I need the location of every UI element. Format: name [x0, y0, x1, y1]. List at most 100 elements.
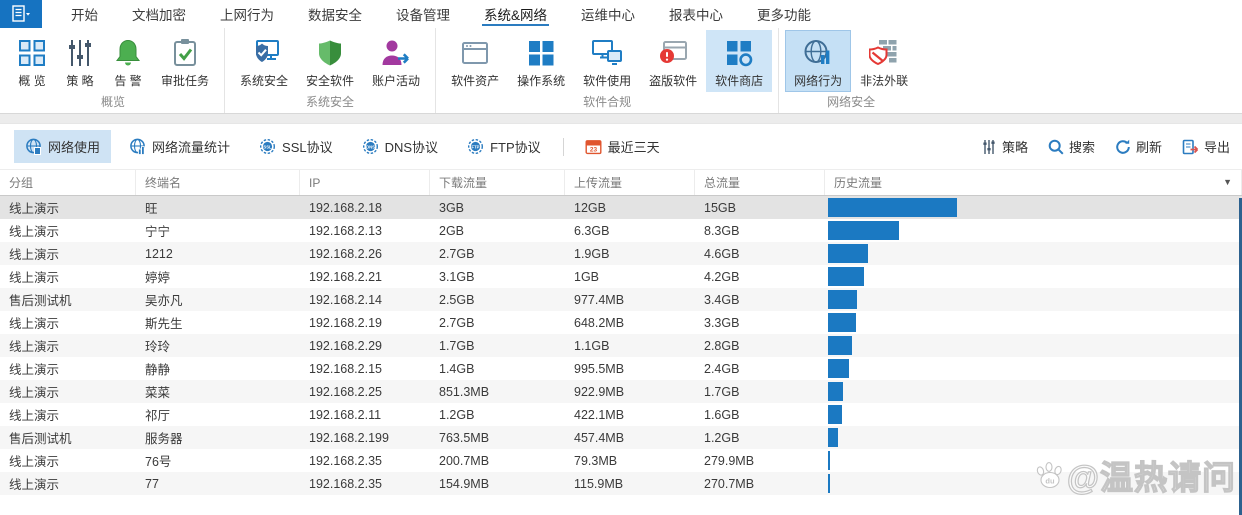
- cell-upload: 922.9MB: [565, 385, 695, 399]
- ribbon-item[interactable]: 审批任务: [152, 30, 218, 92]
- ribbon-group: 概 览策 略告 警审批任务概览: [2, 28, 225, 113]
- history-bar: [828, 313, 856, 332]
- menu-bar: 开始文档加密上网行为数据安全设备管理系统&网络运维中心报表中心更多功能: [0, 0, 1242, 28]
- ribbon-item[interactable]: 系统安全: [231, 30, 297, 92]
- cell-download: 2.7GB: [430, 316, 565, 330]
- column-header[interactable]: 历史流量: [825, 170, 1242, 195]
- history-bar: [828, 451, 830, 470]
- ribbon-item[interactable]: 网络行为: [785, 30, 851, 92]
- ribbon-item-label: 策 略: [66, 72, 93, 89]
- cell-ip: 192.168.2.15: [300, 362, 430, 376]
- export-button-label: 导出: [1204, 137, 1230, 156]
- cell-terminal: 菜菜: [136, 382, 300, 401]
- view-tab[interactable]: 网络流量统计: [118, 130, 241, 163]
- view-tab[interactable]: FTP FTP协议: [456, 130, 552, 163]
- column-header[interactable]: 终端名: [136, 170, 300, 195]
- history-bar: [828, 244, 868, 263]
- cell-history: [825, 380, 1242, 403]
- view-tab[interactable]: SSLSSL协议: [248, 130, 344, 163]
- ribbon-item[interactable]: 概 览: [8, 30, 56, 92]
- ribbon-item[interactable]: 操作系统: [508, 30, 574, 92]
- menu-item[interactable]: 运维中心: [564, 0, 652, 28]
- cell-history: [825, 196, 1242, 219]
- search-button[interactable]: 搜索: [1048, 137, 1095, 156]
- ribbon-item[interactable]: 软件商店: [706, 30, 772, 92]
- ribbon-item-label: 软件资产: [451, 72, 499, 89]
- table-row[interactable]: 线上演示宁宁192.168.2.132GB6.3GB8.3GB: [0, 219, 1242, 242]
- column-header[interactable]: IP: [300, 170, 430, 195]
- ribbon-item[interactable]: 软件资产: [442, 30, 508, 92]
- column-filter-dropdown-icon[interactable]: ▼: [1223, 177, 1232, 187]
- table-header: 分组终端名IP下载流量上传流量总流量历史流量▼: [0, 169, 1242, 196]
- ribbon-item[interactable]: 策 略: [56, 30, 104, 92]
- cell-total: 1.6GB: [695, 408, 825, 422]
- cell-group: 线上演示: [0, 474, 136, 493]
- menu-item[interactable]: 报表中心: [652, 0, 740, 28]
- security-shield-icon: [315, 38, 345, 68]
- svg-text:FTP: FTP: [472, 145, 480, 150]
- menu-item[interactable]: 上网行为: [203, 0, 291, 28]
- table-row[interactable]: 线上演示斯先生192.168.2.192.7GB648.2MB3.3GB: [0, 311, 1242, 334]
- ribbon-item[interactable]: 盗版软件: [640, 30, 706, 92]
- policy-button[interactable]: 策略: [981, 137, 1028, 156]
- table-row[interactable]: 线上演示1212192.168.2.262.7GB1.9GB4.6GB: [0, 242, 1242, 265]
- date-filter-button[interactable]: 23最近三天: [574, 130, 671, 163]
- table-row[interactable]: 线上演示祁厅192.168.2.111.2GB422.1MB1.6GB: [0, 403, 1242, 426]
- table-row[interactable]: 线上演示旺192.168.2.183GB12GB15GB: [0, 196, 1242, 219]
- cell-history: [825, 242, 1242, 265]
- table-row[interactable]: 线上演示76号192.168.2.35200.7MB79.3MB279.9MB: [0, 449, 1242, 472]
- column-header[interactable]: 总流量: [695, 170, 825, 195]
- export-icon: [1182, 139, 1199, 155]
- ribbon-group-label: 系统安全: [225, 92, 435, 115]
- cell-group: 售后测试机: [0, 290, 136, 309]
- table-row[interactable]: 线上演示婷婷192.168.2.213.1GB1GB4.2GB: [0, 265, 1242, 288]
- menu-item[interactable]: 系统&网络: [467, 0, 564, 28]
- ribbon-item[interactable]: 软件使用: [574, 30, 640, 92]
- table-row[interactable]: 线上演示菜菜192.168.2.25851.3MB922.9MB1.7GB: [0, 380, 1242, 403]
- sliders-small-icon: [981, 139, 997, 155]
- operating-system-icon: [526, 38, 556, 68]
- menu-item[interactable]: 开始: [54, 0, 115, 28]
- ribbon-item[interactable]: 非法外联: [851, 30, 917, 92]
- column-header[interactable]: 分组: [0, 170, 136, 195]
- ribbon-item[interactable]: 告 警: [104, 30, 152, 92]
- cell-total: 1.2GB: [695, 431, 825, 445]
- ribbon-item-label: 盗版软件: [649, 72, 697, 89]
- menu-item[interactable]: 设备管理: [379, 0, 467, 28]
- globe-usage-icon: [25, 138, 42, 155]
- illegal-connection-icon: [869, 38, 899, 68]
- cell-upload: 79.3MB: [565, 454, 695, 468]
- ribbon-item[interactable]: 安全软件: [297, 30, 363, 92]
- view-tab[interactable]: DNSDNS协议: [351, 130, 449, 163]
- cell-terminal: 服务器: [136, 428, 300, 447]
- table-row[interactable]: 售后测试机吴亦凡192.168.2.142.5GB977.4MB3.4GB: [0, 288, 1242, 311]
- table-body: 线上演示旺192.168.2.183GB12GB15GB线上演示宁宁192.16…: [0, 196, 1242, 495]
- cell-group: 线上演示: [0, 451, 136, 470]
- cell-history: [825, 472, 1242, 495]
- table-row[interactable]: 线上演示静静192.168.2.151.4GB995.5MB2.4GB: [0, 357, 1242, 380]
- column-header[interactable]: 下载流量: [430, 170, 565, 195]
- ribbon-item[interactable]: 账户活动: [363, 30, 429, 92]
- ribbon-group-label: 软件合规: [436, 92, 778, 115]
- menu-item[interactable]: 更多功能: [740, 0, 828, 28]
- view-tab[interactable]: 网络使用: [14, 130, 111, 163]
- column-header[interactable]: 上传流量: [565, 170, 695, 195]
- view-tab-label: FTP协议: [490, 137, 541, 156]
- software-store-icon: [724, 38, 754, 68]
- cell-group: 线上演示: [0, 359, 136, 378]
- refresh-button[interactable]: 刷新: [1115, 137, 1162, 156]
- table-row[interactable]: 线上演示77192.168.2.35154.9MB115.9MB270.7MB: [0, 472, 1242, 495]
- menu-item[interactable]: 数据安全: [291, 0, 379, 28]
- cell-ip: 192.168.2.199: [300, 431, 430, 445]
- menu-item[interactable]: 文档加密: [115, 0, 203, 28]
- export-button[interactable]: 导出: [1182, 137, 1230, 156]
- tab-separator: [563, 138, 564, 156]
- cell-download: 1.2GB: [430, 408, 565, 422]
- table-row[interactable]: 线上演示玲玲192.168.2.291.7GB1.1GB2.8GB: [0, 334, 1242, 357]
- cell-group: 线上演示: [0, 198, 136, 217]
- app-menu-button[interactable]: [0, 0, 42, 28]
- globe-ftp-icon: FTP: [467, 138, 484, 155]
- cell-group: 线上演示: [0, 382, 136, 401]
- history-bar: [828, 382, 843, 401]
- table-row[interactable]: 售后测试机服务器192.168.2.199763.5MB457.4MB1.2GB: [0, 426, 1242, 449]
